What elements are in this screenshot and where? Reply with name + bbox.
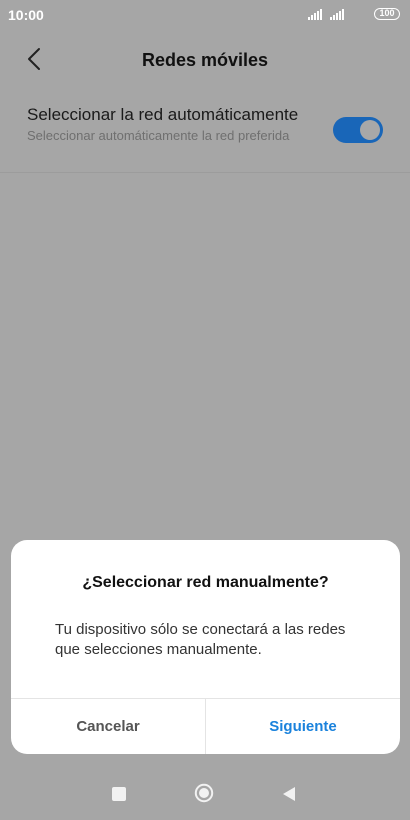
signal-icon <box>330 9 344 20</box>
signal-icon <box>308 9 322 20</box>
status-time: 10:00 <box>8 7 44 23</box>
setting-subtitle: Seleccionar automáticamente la red prefe… <box>27 128 290 143</box>
dialog-title: ¿Seleccionar red manualmente? <box>82 574 329 591</box>
status-bar: 10:00 100 <box>0 0 410 32</box>
battery-icon: 100 <box>374 8 400 20</box>
dialog-message: Tu dispositivo sólo se conectará a las r… <box>55 621 346 658</box>
battery-level: 100 <box>379 8 395 18</box>
app-header: Redes móviles <box>0 32 410 88</box>
recent-apps-icon[interactable] <box>112 787 126 801</box>
manual-network-dialog: ¿Seleccionar red manualmente? Tu disposi… <box>11 540 400 754</box>
auto-network-toggle[interactable] <box>333 117 383 143</box>
next-button[interactable]: Siguiente <box>206 699 400 754</box>
navigation-bar <box>0 766 410 820</box>
toggle-knob <box>360 120 380 140</box>
back-triangle-icon[interactable] <box>281 785 297 803</box>
page-title: Redes móviles <box>141 50 269 70</box>
divider <box>0 172 410 173</box>
setting-auto-network[interactable]: Seleccionar la red automáticamente Selec… <box>0 92 410 170</box>
cancel-button[interactable]: Cancelar <box>11 699 205 754</box>
setting-title: Seleccionar la red automáticamente <box>27 105 299 124</box>
home-icon[interactable] <box>194 783 214 803</box>
